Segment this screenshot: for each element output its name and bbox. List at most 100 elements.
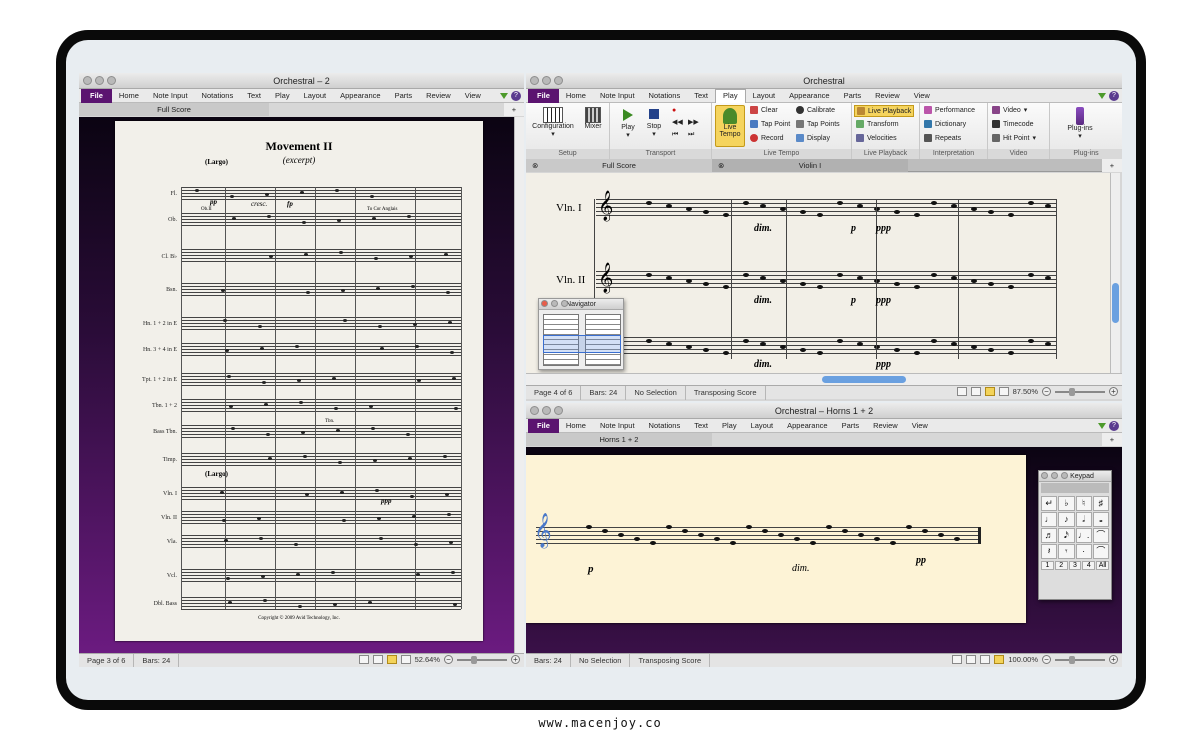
- repeats-button[interactable]: Repeats: [924, 134, 961, 142]
- menu-play[interactable]: Play: [715, 88, 746, 103]
- window-controls[interactable]: [530, 406, 563, 415]
- zoom-in-icon[interactable]: +: [1109, 655, 1118, 664]
- menu-review[interactable]: Review: [419, 91, 458, 100]
- voice-button[interactable]: All: [1096, 561, 1109, 570]
- help-icon[interactable]: ?: [1109, 421, 1119, 431]
- menu-review[interactable]: Review: [868, 91, 907, 100]
- fast-forward-icon[interactable]: ▶▶: [688, 118, 699, 126]
- transform-button[interactable]: Transform: [856, 120, 899, 128]
- menu-file[interactable]: File: [81, 88, 112, 103]
- menu-notations[interactable]: Notations: [642, 91, 688, 100]
- keypad-layout-tabs[interactable]: [1041, 483, 1109, 493]
- zoom-out-icon[interactable]: −: [1042, 387, 1051, 396]
- menu-layout[interactable]: Layout: [744, 421, 781, 430]
- keypad-key[interactable]: 𝅘𝅥𝅯: [1058, 528, 1075, 543]
- view-page-icon[interactable]: [966, 655, 977, 664]
- tab-full-score[interactable]: Full Score: [79, 103, 269, 116]
- zoom-out-icon[interactable]: −: [1042, 655, 1051, 664]
- mixer-button[interactable]: Mixer: [578, 107, 608, 130]
- stop-button[interactable]: Stop ▾: [642, 109, 666, 138]
- clear-button[interactable]: Clear: [750, 106, 778, 114]
- menu-appearance[interactable]: Appearance: [780, 421, 834, 430]
- live-playback-toggle[interactable]: Live Playback: [854, 105, 915, 117]
- keypad-key[interactable]: ·: [1075, 544, 1092, 559]
- keypad-key[interactable]: ♬: [1041, 528, 1058, 543]
- tap-point-button[interactable]: Tap Point: [750, 120, 790, 128]
- keypad-key[interactable]: ⌒: [1092, 528, 1109, 543]
- keypad-key[interactable]: 𝄾: [1058, 544, 1075, 559]
- zoom-slider[interactable]: [457, 655, 507, 664]
- navigator-panel[interactable]: Navigator: [538, 298, 624, 370]
- voice-button[interactable]: 2: [1054, 561, 1068, 570]
- menu-layout[interactable]: Layout: [746, 91, 783, 100]
- menu-view[interactable]: View: [905, 421, 935, 430]
- view-page-icon[interactable]: [372, 655, 383, 664]
- zoom-in-icon[interactable]: +: [1109, 387, 1118, 396]
- add-tab-icon[interactable]: +: [1102, 159, 1122, 172]
- menu-parts[interactable]: Parts: [835, 421, 867, 430]
- menu-notations[interactable]: Notations: [195, 91, 241, 100]
- dictionary-button[interactable]: Dictionary: [924, 120, 966, 128]
- keypad-key[interactable]: ♮: [1075, 496, 1092, 511]
- zoom-in-icon[interactable]: +: [511, 655, 520, 664]
- add-tab-icon[interactable]: +: [1102, 433, 1122, 446]
- menu-layout[interactable]: Layout: [297, 91, 334, 100]
- voice-button[interactable]: 4: [1082, 561, 1096, 570]
- keypad-key[interactable]: ⌒: [1092, 544, 1109, 559]
- keypad-key[interactable]: ♯: [1092, 496, 1109, 511]
- calibrate-button[interactable]: Calibrate: [796, 106, 835, 114]
- menu-home[interactable]: Home: [559, 91, 593, 100]
- hit-point-button[interactable]: Hit Point ▾: [992, 134, 1036, 142]
- timecode-button[interactable]: Timecode: [992, 120, 1033, 128]
- display-button[interactable]: Display: [796, 134, 830, 142]
- menu-appearance[interactable]: Appearance: [333, 91, 387, 100]
- view-spread-icon[interactable]: [952, 655, 963, 664]
- minimize-ribbon-icon[interactable]: [500, 93, 508, 99]
- menu-file[interactable]: File: [528, 418, 559, 433]
- keypad-key[interactable]: ♩: [1041, 512, 1058, 527]
- menu-review[interactable]: Review: [866, 421, 905, 430]
- menu-appearance[interactable]: Appearance: [782, 91, 836, 100]
- right-vertical-scrollbar[interactable]: [1110, 173, 1120, 373]
- menu-notations[interactable]: Notations: [642, 421, 688, 430]
- keypad-key[interactable]: 𝄽: [1041, 544, 1058, 559]
- performance-button[interactable]: Performance: [924, 106, 975, 114]
- menu-text[interactable]: Text: [687, 91, 715, 100]
- live-tempo-button[interactable]: Live Tempo: [715, 105, 745, 147]
- minimize-ribbon-icon[interactable]: [1098, 93, 1106, 99]
- menu-home[interactable]: Home: [559, 421, 593, 430]
- navigator-viewport[interactable]: [543, 335, 621, 353]
- menu-parts[interactable]: Parts: [837, 91, 869, 100]
- play-button[interactable]: Play ▾: [616, 109, 640, 139]
- menu-view[interactable]: View: [458, 91, 488, 100]
- menu-parts[interactable]: Parts: [388, 91, 420, 100]
- menu-play[interactable]: Play: [268, 91, 297, 100]
- keypad-key[interactable]: 𝅝: [1092, 512, 1109, 527]
- tab-violin-i[interactable]: ⊗ Violin I: [712, 159, 908, 172]
- keypad-key[interactable]: ♪: [1058, 512, 1075, 527]
- view-spread-icon[interactable]: [358, 655, 369, 664]
- keypad-key[interactable]: 𝅗𝅥: [1075, 512, 1092, 527]
- goto-start-icon[interactable]: ⏮: [672, 131, 678, 139]
- menu-text[interactable]: Text: [240, 91, 268, 100]
- menu-text[interactable]: Text: [687, 421, 715, 430]
- menu-note-input[interactable]: Note Input: [593, 91, 642, 100]
- keypad-key[interactable]: ↵: [1041, 496, 1058, 511]
- view-panorama-icon[interactable]: [400, 655, 411, 664]
- tap-points-button[interactable]: Tap Points: [796, 120, 840, 128]
- keypad-panel[interactable]: Keypad ↵ ♭ ♮ ♯ ♩ ♪ 𝅗𝅥 𝅝 ♬ 𝅘𝅥𝅯 ♩. ⌒ 𝄽 𝄾 · ⌒ 1 2 3 4 All: [1038, 470, 1112, 600]
- record-icon[interactable]: ●: [672, 107, 676, 114]
- keypad-key[interactable]: ♭: [1058, 496, 1075, 511]
- menu-view[interactable]: View: [907, 91, 937, 100]
- help-icon[interactable]: ?: [511, 91, 521, 101]
- plugins-button[interactable]: Plug-ins ▾: [1060, 107, 1100, 140]
- voice-button[interactable]: 3: [1068, 561, 1082, 570]
- menu-note-input[interactable]: Note Input: [593, 421, 642, 430]
- zoom-slider[interactable]: [1055, 387, 1105, 396]
- help-icon[interactable]: ?: [1109, 91, 1119, 101]
- view-panorama-icon[interactable]: [998, 387, 1009, 396]
- tab-horns[interactable]: Horns 1 + 2: [526, 433, 712, 446]
- right-horizontal-scrollbar[interactable]: [526, 373, 1122, 385]
- tab-full-score[interactable]: ⊗ Full Score: [526, 159, 712, 172]
- left-vertical-scrollbar[interactable]: [514, 117, 524, 653]
